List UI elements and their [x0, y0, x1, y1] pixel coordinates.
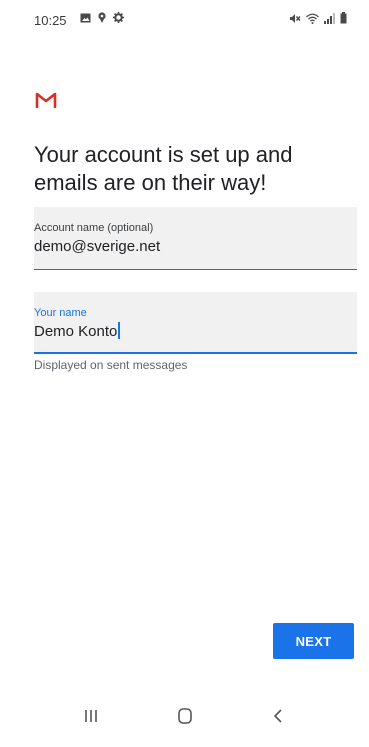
- battery-icon: [340, 12, 347, 24]
- signal-icon: [324, 12, 335, 24]
- status-icons-right: [289, 12, 347, 24]
- account-name-label: Account name (optional): [34, 222, 154, 234]
- account-name-field[interactable]: Account name (optional) demo@sverige.net: [34, 207, 357, 270]
- location-icon: [98, 12, 106, 23]
- text-cursor: [118, 322, 121, 339]
- recents-button[interactable]: [71, 704, 111, 728]
- gallery-icon: [80, 13, 91, 22]
- your-name-value: Demo Konto: [34, 323, 118, 340]
- your-name-field[interactable]: Your name Demo Konto: [34, 292, 357, 354]
- page-title: Your account is set up and emails are on…: [34, 142, 293, 195]
- back-icon: [273, 709, 282, 723]
- your-name-input[interactable]: Demo Konto: [34, 322, 357, 342]
- back-button[interactable]: [258, 704, 298, 728]
- mute-icon: [290, 13, 301, 23]
- status-bar: 10:25: [0, 0, 369, 40]
- recents-icon: [85, 710, 97, 722]
- status-time: 10:25: [34, 13, 67, 28]
- helper-text: Displayed on sent messages: [34, 358, 188, 372]
- next-button[interactable]: NEXT: [273, 623, 354, 659]
- gmail-logo: [35, 92, 57, 108]
- settings-icon: [113, 12, 124, 23]
- status-icons-left: [80, 12, 124, 23]
- home-icon: [178, 708, 192, 724]
- your-name-label: Your name: [34, 307, 87, 319]
- account-name-value[interactable]: demo@sverige.net: [34, 237, 357, 257]
- navigation-bar: [0, 688, 369, 747]
- wifi-icon: [306, 13, 319, 24]
- home-button[interactable]: [165, 704, 205, 728]
